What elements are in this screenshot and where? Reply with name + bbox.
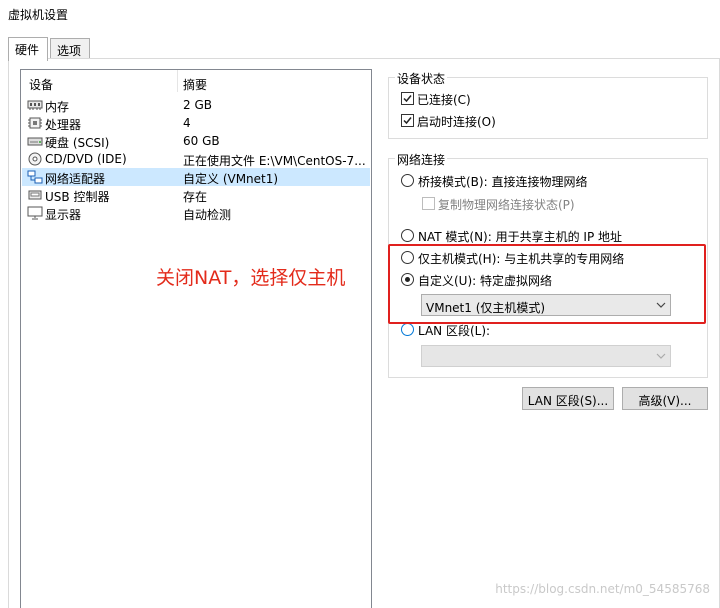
device-row-usb[interactable]: USB 控制器 存在	[22, 186, 370, 204]
processor-icon	[27, 116, 43, 130]
replicate-state-checkbox[interactable]	[422, 197, 435, 210]
connect-at-power-on-label[interactable]: 启动时连接(O)	[417, 113, 496, 130]
watermark: https://blog.csdn.net/m0_54585768	[495, 582, 710, 596]
device-list-header: 设备 摘要	[21, 70, 371, 92]
lan-segment-radio[interactable]	[401, 323, 414, 336]
replicate-state-label[interactable]: 复制物理网络连接状态(P)	[438, 196, 575, 213]
device-name: 网络适配器	[45, 172, 106, 186]
cd-dvd-icon	[27, 152, 43, 166]
nat-label[interactable]: NAT 模式(N): 用于共享主机的 IP 地址	[418, 228, 622, 245]
bridged-label[interactable]: 桥接模式(B): 直接连接物理网络	[418, 173, 587, 190]
nat-radio[interactable]	[401, 229, 414, 242]
device-name: USB 控制器	[45, 190, 110, 204]
window-title: 虚拟机设置	[8, 8, 69, 22]
device-row-display[interactable]: 显示器 自动检测	[22, 204, 370, 222]
memory-icon	[27, 98, 43, 112]
device-summary: 自动检测	[183, 208, 232, 222]
column-device[interactable]: 设备	[29, 76, 53, 93]
device-summary: 2 GB	[183, 98, 212, 112]
device-row-cd-dvd[interactable]: CD/DVD (IDE) 正在使用文件 E:\VM\CentOS-7...	[22, 150, 370, 168]
device-list[interactable]: 设备 摘要 内存 2 GB 处理器 4 硬盘 (SCSI) 60 GB CD/D…	[20, 69, 372, 608]
lan-segments-button[interactable]: LAN 区段(S)...	[522, 387, 614, 410]
chevron-down-icon	[656, 350, 666, 362]
connect-at-power-on-checkbox[interactable]	[401, 114, 414, 127]
bridged-radio[interactable]	[401, 174, 414, 187]
network-connection-title: 网络连接	[395, 151, 448, 168]
hard-disk-icon	[27, 134, 43, 148]
tab-options[interactable]: 选项	[50, 38, 90, 60]
device-name: CD/DVD (IDE)	[45, 152, 127, 166]
column-summary[interactable]: 摘要	[183, 76, 207, 93]
annotation-highlight-box	[388, 244, 706, 324]
device-name: 显示器	[45, 208, 82, 222]
device-name: 处理器	[45, 118, 82, 132]
connected-label[interactable]: 已连接(C)	[417, 91, 471, 108]
usb-icon	[27, 188, 43, 202]
network-adapter-icon	[27, 170, 43, 184]
annotation-text: 关闭NAT，选择仅主机	[156, 267, 346, 289]
device-row-processor[interactable]: 处理器 4	[22, 114, 370, 132]
lan-segment-select[interactable]	[421, 345, 671, 367]
device-row-hard-disk[interactable]: 硬盘 (SCSI) 60 GB	[22, 132, 370, 150]
tab-hardware[interactable]: 硬件	[8, 37, 48, 61]
device-summary: 自定义 (VMnet1)	[183, 172, 279, 186]
device-summary: 存在	[183, 190, 208, 204]
device-summary: 60 GB	[183, 134, 220, 148]
device-summary: 4	[183, 116, 191, 130]
advanced-button[interactable]: 高级(V)...	[622, 387, 708, 410]
device-status-title: 设备状态	[395, 70, 448, 87]
lan-segment-label[interactable]: LAN 区段(L):	[418, 322, 490, 339]
device-name: 硬盘 (SCSI)	[45, 136, 110, 150]
device-row-memory[interactable]: 内存 2 GB	[22, 96, 370, 114]
connected-checkbox[interactable]	[401, 92, 414, 105]
device-name: 内存	[45, 100, 70, 114]
device-summary: 正在使用文件 E:\VM\CentOS-7...	[183, 154, 366, 168]
display-icon	[27, 206, 43, 220]
device-row-network-adapter[interactable]: 网络适配器 自定义 (VMnet1)	[22, 168, 370, 186]
